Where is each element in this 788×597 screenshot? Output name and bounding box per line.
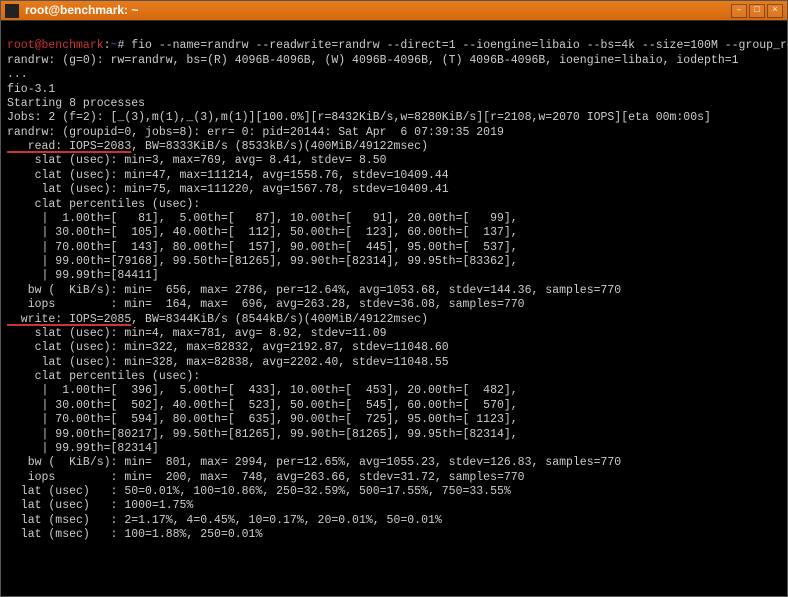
prompt-user: root@benchmark xyxy=(7,39,104,52)
output-line: lat (usec): min=75, max=111220, avg=1567… xyxy=(7,183,449,196)
output-line: | 99.00th=[80217], 99.50th=[81265], 99.9… xyxy=(7,428,518,441)
output-line: clat percentiles (usec): xyxy=(7,370,200,383)
output-line: bw ( KiB/s): min= 801, max= 2994, per=12… xyxy=(7,456,621,469)
output-line: randrw: (groupid=0, jobs=8): err= 0: pid… xyxy=(7,126,504,139)
close-button[interactable]: × xyxy=(767,4,783,18)
output-line: clat (usec): min=322, max=82832, avg=219… xyxy=(7,341,449,354)
output-line: lat (msec) : 2=1.17%, 4=0.45%, 10=0.17%,… xyxy=(7,514,442,527)
window-title: root@benchmark: ~ xyxy=(25,3,138,18)
output-line: slat (usec): min=3, max=769, avg= 8.41, … xyxy=(7,154,387,167)
output-line: | 70.00th=[ 143], 80.00th=[ 157], 90.00t… xyxy=(7,241,518,254)
output-line: ... xyxy=(7,68,28,81)
output-line: clat percentiles (usec): xyxy=(7,198,200,211)
output-line: randrw: (g=0): rw=randrw, bs=(R) 4096B-4… xyxy=(7,54,739,67)
output-line: | 99.99th=[84411] xyxy=(7,269,159,282)
output-line: , BW=8333KiB/s (8533kB/s)(400MiB/49122ms… xyxy=(131,140,428,153)
output-line: | 30.00th=[ 105], 40.00th=[ 112], 50.00t… xyxy=(7,226,518,239)
minimize-button[interactable]: – xyxy=(731,4,747,18)
output-line: lat (usec): min=328, max=82838, avg=2202… xyxy=(7,356,449,369)
output-line: | 30.00th=[ 502], 40.00th=[ 523], 50.00t… xyxy=(7,399,518,412)
output-line: lat (usec) : 50=0.01%, 100=10.86%, 250=3… xyxy=(7,485,511,498)
output-line: fio-3.1 xyxy=(7,83,55,96)
output-line: | 1.00th=[ 396], 5.00th=[ 433], 10.00th=… xyxy=(7,384,518,397)
window-controls: – □ × xyxy=(731,4,783,18)
output-line: lat (msec) : 100=1.88%, 250=0.01% xyxy=(7,528,262,541)
window-titlebar: root@benchmark: ~ – □ × xyxy=(1,1,787,21)
output-line: , BW=8344KiB/s (8544kB/s)(400MiB/49122ms… xyxy=(131,313,428,326)
output-line: lat (usec) : 1000=1.75% xyxy=(7,499,193,512)
maximize-button[interactable]: □ xyxy=(749,4,765,18)
output-line: iops : min= 164, max= 696, avg=263.28, s… xyxy=(7,298,525,311)
output-line: iops : min= 200, max= 748, avg=263.66, s… xyxy=(7,471,525,484)
prompt-sep: : xyxy=(104,39,111,52)
output-line: clat (usec): min=47, max=111214, avg=155… xyxy=(7,169,449,182)
output-line: | 1.00th=[ 81], 5.00th=[ 87], 10.00th=[ … xyxy=(7,212,518,225)
output-line: | 99.99th=[82314] xyxy=(7,442,159,455)
output-line: | 99.00th=[79168], 99.50th=[81265], 99.9… xyxy=(7,255,518,268)
output-line: bw ( KiB/s): min= 656, max= 2786, per=12… xyxy=(7,284,621,297)
output-line: slat (usec): min=4, max=781, avg= 8.92, … xyxy=(7,327,387,340)
output-line: Starting 8 processes xyxy=(7,97,145,110)
write-iops-highlight: write: IOPS=2085 xyxy=(7,313,131,326)
output-line: Jobs: 2 (f=2): [_(3),m(1),_(3),m(1)][100… xyxy=(7,111,711,124)
command-line: fio --name=randrw --readwrite=randrw --d… xyxy=(131,39,788,52)
title-left: root@benchmark: ~ xyxy=(5,3,138,18)
terminal-body[interactable]: root@benchmark:~# fio --name=randrw --re… xyxy=(1,21,787,547)
terminal-icon xyxy=(5,4,19,18)
read-iops-highlight: read: IOPS=2083 xyxy=(7,140,131,153)
output-line: | 70.00th=[ 594], 80.00th=[ 635], 90.00t… xyxy=(7,413,518,426)
